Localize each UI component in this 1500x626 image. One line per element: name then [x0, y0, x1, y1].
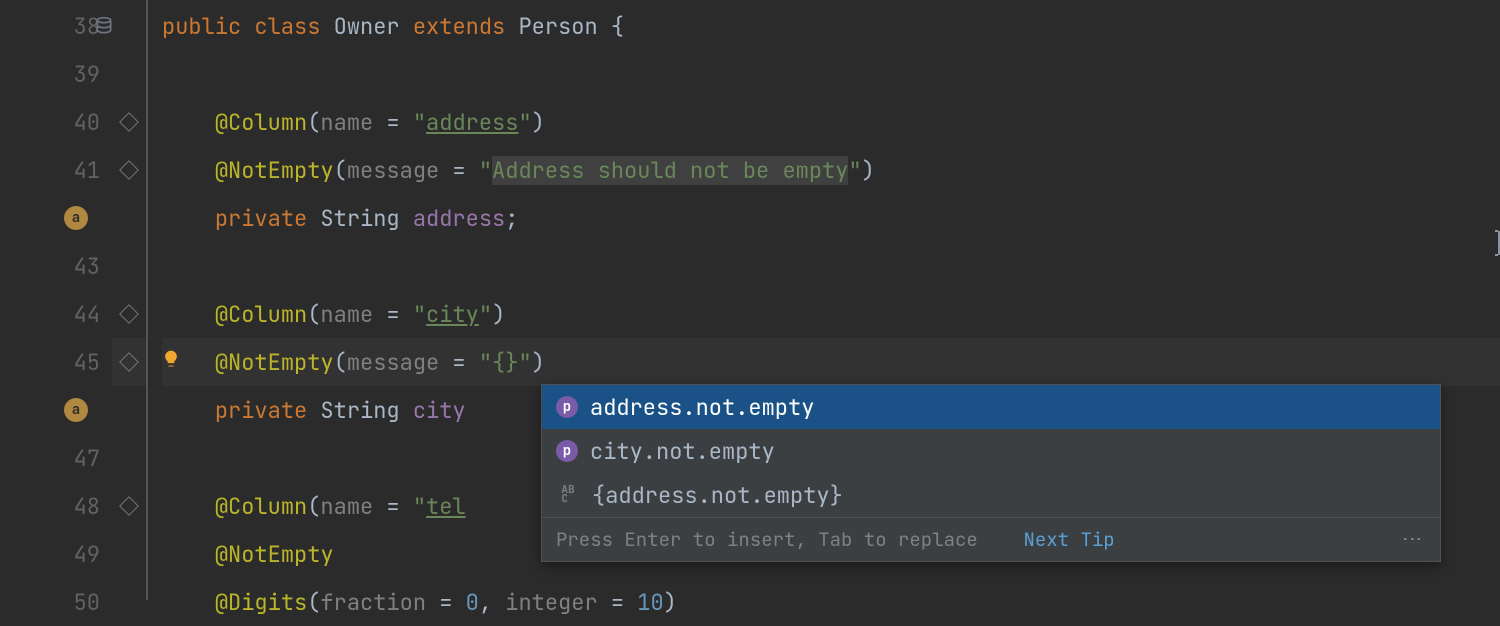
code-line-active[interactable]: @NotEmpty(message = "{}"): [162, 338, 1500, 386]
line-number: 50: [74, 588, 100, 617]
field-badge-icon[interactable]: a: [64, 206, 88, 230]
line-number: 45: [74, 348, 100, 377]
line-number: 44: [74, 300, 100, 329]
text-icon: AB C: [556, 484, 580, 506]
code-line[interactable]: public class Owner extends Person {: [162, 2, 1500, 50]
fold-gutter: [112, 0, 148, 600]
autocomplete-footer: Press Enter to insert, Tab to replace Ne…: [542, 517, 1440, 561]
next-tip-link[interactable]: Next Tip: [1023, 527, 1114, 552]
line-number: 41: [74, 156, 100, 185]
autocomplete-label: city.not.empty: [590, 437, 775, 466]
autocomplete-item[interactable]: AB C {address.not.empty}: [542, 473, 1440, 517]
code-line[interactable]: [162, 242, 1500, 290]
line-number: 49: [74, 540, 100, 569]
line-number: 43: [74, 252, 100, 281]
code-line[interactable]: @Column(name = "city"): [162, 290, 1500, 338]
code-line[interactable]: @NotEmpty(message = "Address should not …: [162, 146, 1500, 194]
autocomplete-popup: p address.not.empty p city.not.empty AB …: [541, 384, 1441, 562]
more-options-icon[interactable]: ⋮: [1400, 529, 1426, 550]
database-icon[interactable]: [94, 16, 114, 36]
code-line[interactable]: @Digits(fraction = 0, integer = 10): [162, 578, 1500, 626]
property-icon: p: [556, 440, 578, 462]
line-number: 39: [74, 60, 100, 89]
autocomplete-label: address.not.empty: [590, 393, 814, 422]
line-number: 47: [74, 444, 100, 473]
field-badge-icon[interactable]: a: [64, 398, 88, 422]
fold-marker-icon[interactable]: [119, 304, 139, 324]
gutter-row[interactable]: 42 a: [0, 194, 112, 242]
autocomplete-item[interactable]: p address.not.empty: [542, 385, 1440, 429]
text-caret-icon: [1494, 230, 1496, 256]
code-line[interactable]: [162, 50, 1500, 98]
property-icon: p: [556, 396, 578, 418]
autocomplete-label: {address.not.empty}: [592, 481, 843, 510]
line-number: 48: [74, 492, 100, 521]
autocomplete-hint: Press Enter to insert, Tab to replace: [556, 527, 978, 552]
intention-bulb-icon[interactable]: [160, 348, 182, 370]
gutter-row[interactable]: a: [0, 386, 112, 434]
fold-marker-icon[interactable]: [119, 112, 139, 132]
line-number: 40: [74, 108, 100, 137]
fold-marker-icon[interactable]: [119, 496, 139, 516]
autocomplete-item[interactable]: p city.not.empty: [542, 429, 1440, 473]
gutter-row[interactable]: 38: [0, 2, 112, 50]
fold-marker-icon[interactable]: [119, 160, 139, 180]
code-line[interactable]: private String address;: [162, 194, 1500, 242]
code-line[interactable]: @Column(name = "address"): [162, 98, 1500, 146]
fold-marker-icon[interactable]: [119, 352, 139, 372]
line-number-gutter: 38 39 40 41 42 a 43 44 45 a 47 48 49 50: [0, 0, 112, 600]
